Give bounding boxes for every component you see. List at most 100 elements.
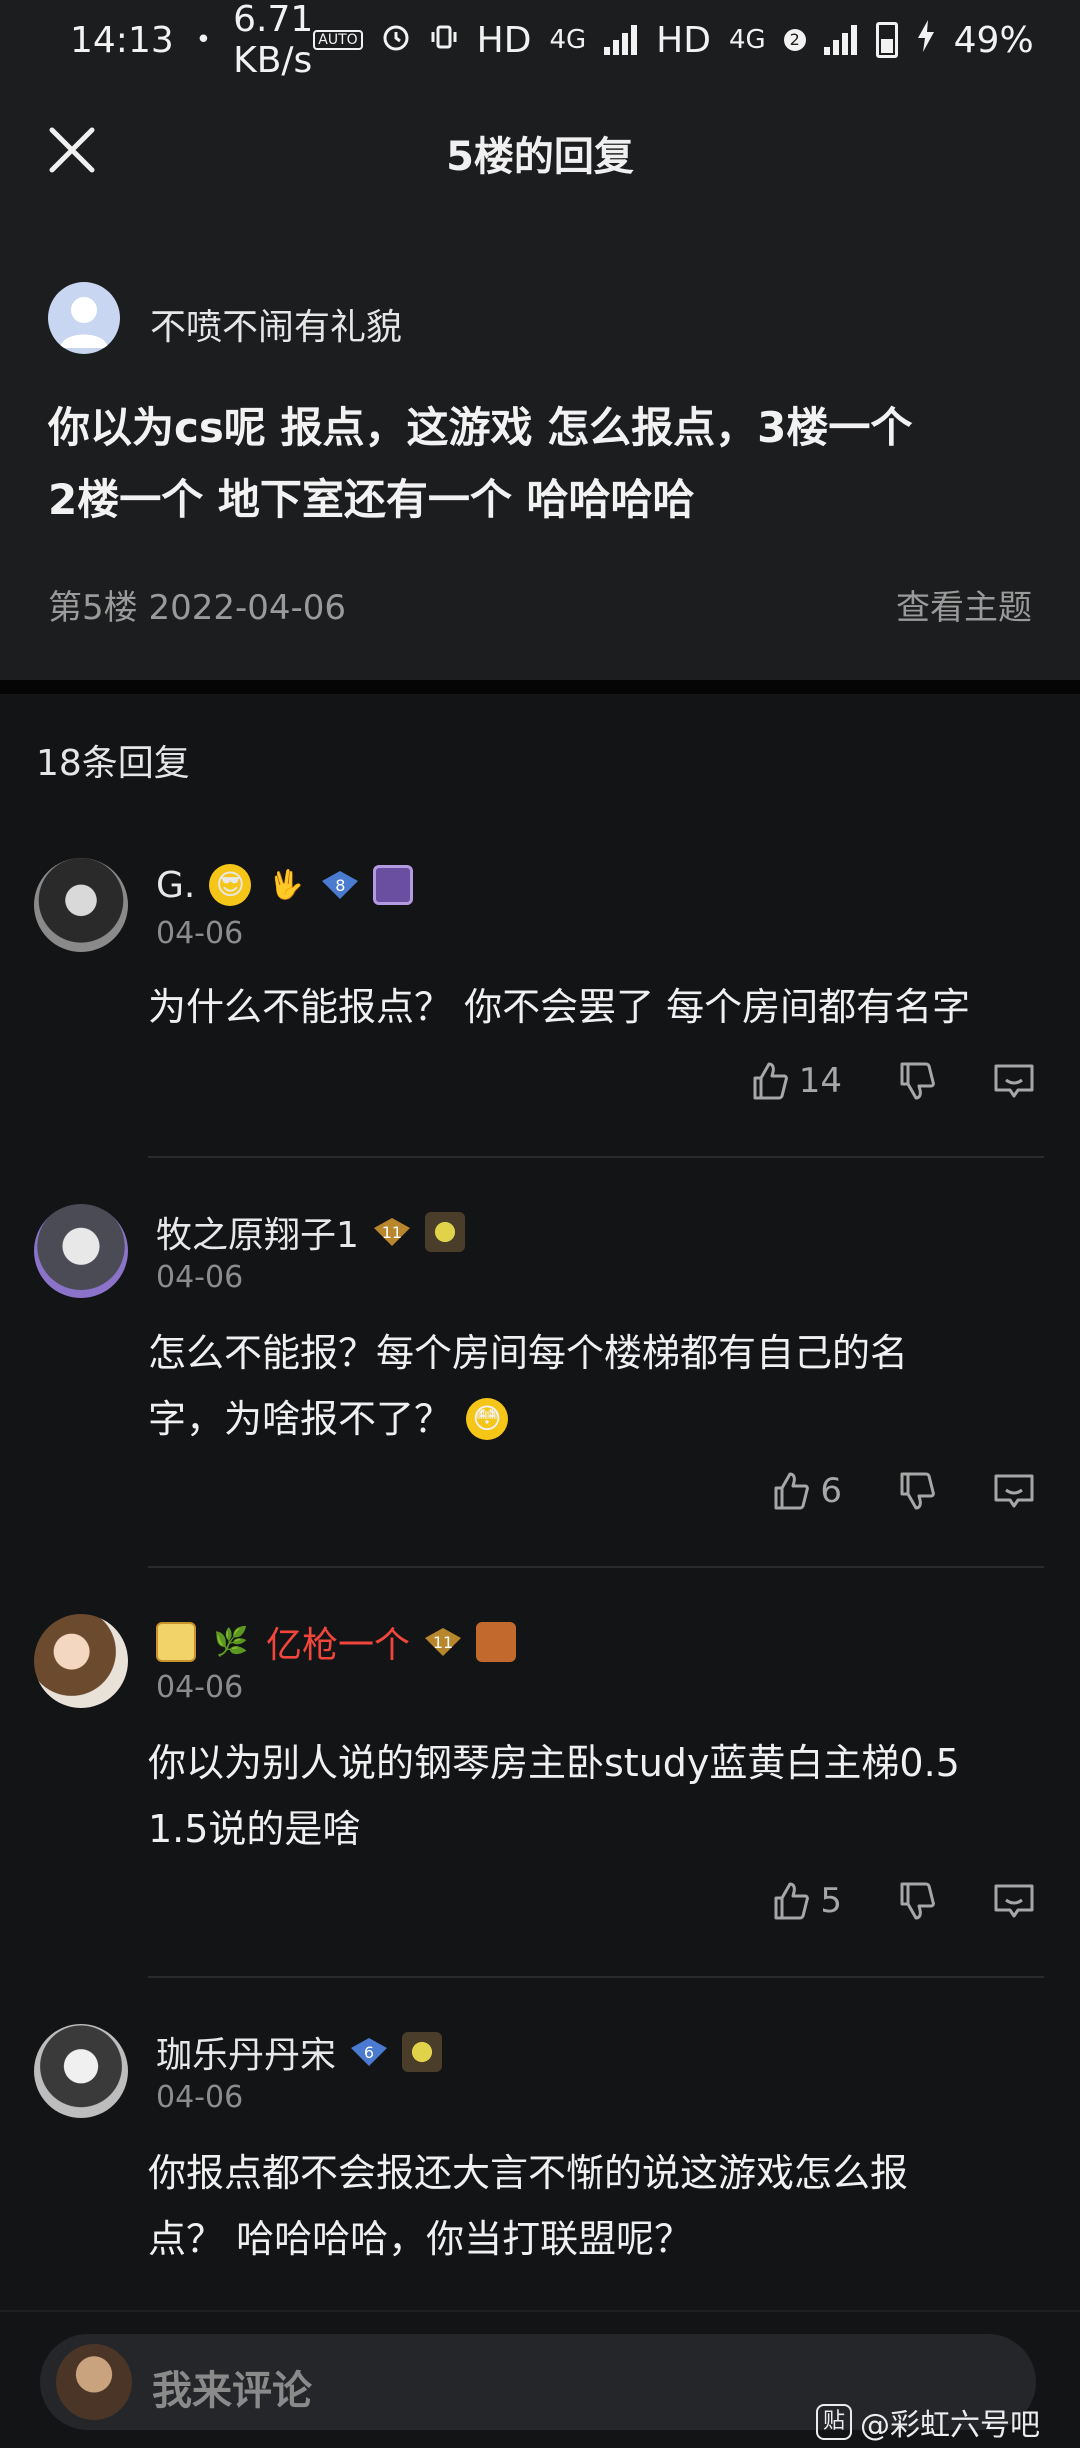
thumbs-down-icon: [900, 1882, 935, 1920]
reply-content-line-2: 字，为啥报不了？: [148, 1397, 453, 1441]
sim2-badge: 2: [783, 29, 806, 51]
reply-username-row: 牧之原翔子1 11: [156, 1206, 465, 1258]
op-floor-date: 第5楼 2022-04-06: [48, 588, 347, 628]
reply-content-line-1: 你以为别人说的钢琴房主卧study蓝黄白主梯0.5: [148, 1741, 960, 1785]
dislike-button[interactable]: [896, 1470, 938, 1512]
reply-username[interactable]: 亿枪一个: [266, 1616, 410, 1668]
reply-username-row: 珈乐丹丹宋 6: [156, 2026, 443, 2078]
charging-icon: [916, 19, 936, 61]
comment-icon: [994, 1884, 1034, 1918]
op-content-line-1: 你以为cs呢 报点，这游戏 怎么报点，3楼一个: [48, 403, 913, 452]
like-button[interactable]: 5: [770, 1880, 842, 1922]
battery-percent: 49%: [953, 19, 1034, 61]
reply-separator: [148, 1566, 1044, 1568]
watermark: 贴 @彩虹六号吧: [816, 2400, 1040, 2444]
page-title: 5楼的回复: [446, 134, 634, 180]
top-nav-bar: 5楼的回复: [0, 80, 1080, 220]
vibrate-icon: [429, 20, 459, 61]
thumbs-down-icon: [900, 1472, 935, 1510]
comment-button[interactable]: [992, 1060, 1036, 1102]
view-topic-link[interactable]: 查看主题: [896, 580, 1032, 629]
op-content: 你以为cs呢 报点，这游戏 怎么报点，3楼一个 2楼一个 地下室还有一个 哈哈哈…: [48, 392, 1038, 536]
member-badge-icon: [373, 865, 414, 905]
comment-icon: [994, 1064, 1034, 1098]
reply-username[interactable]: 牧之原翔子1: [156, 1206, 359, 1258]
op-avatar[interactable]: [48, 282, 120, 354]
original-post: 不喷不闹有礼貌 你以为cs呢 报点，这游戏 怎么报点，3楼一个 2楼一个 地下室…: [0, 220, 1080, 680]
reply-content-line-1: 怎么不能报？每个房间每个楼梯都有自己的名: [148, 1331, 909, 1375]
level-badge: 6: [350, 2037, 388, 2067]
reply-username[interactable]: 珈乐丹丹宋: [156, 2026, 336, 2078]
battery-icon: [875, 22, 898, 58]
taurus-badge-icon: [476, 1622, 517, 1662]
reply-date: 04-06: [156, 1260, 244, 1295]
watermark-text: @彩虹六号吧: [860, 2408, 1040, 2443]
like-count: 14: [798, 1061, 842, 1101]
network-speed: 6.71 KB/s: [233, 0, 314, 81]
reply-date: 04-06: [156, 2080, 244, 2115]
signal-icon-2: [823, 25, 858, 55]
reply-username-row: G. 😎 🖖 8: [156, 864, 414, 906]
default-avatar-icon: [60, 297, 108, 348]
network-type-1: 4G: [549, 25, 587, 55]
network-type-2: 4G: [728, 25, 766, 55]
op-content-line-2: 2楼一个 地下室还有一个 哈哈哈哈: [48, 475, 695, 524]
dislike-button[interactable]: [896, 1060, 938, 1102]
reply-content: 你报点都不会报还大言不惭的说这游戏怎么报 点？ 哈哈哈哈，你当打联盟呢？: [148, 2140, 1038, 2272]
level-badge: 11: [373, 1217, 411, 1247]
reply-date: 04-06: [156, 916, 244, 951]
reply-content: 你以为别人说的钢琴房主卧study蓝黄白主梯0.5 1.5说的是啥: [148, 1730, 1038, 1862]
reply-username[interactable]: G.: [156, 865, 195, 906]
reply-content: 怎么不能报？每个房间每个楼梯都有自己的名 字，为啥报不了？ 😳: [148, 1320, 1038, 1452]
op-username[interactable]: 不喷不闹有礼貌: [150, 298, 402, 350]
vulcan-hand-emoji-icon: 🖖: [268, 868, 304, 901]
reply-actions: 5: [770, 1880, 1036, 1922]
status-time: 14:13: [70, 19, 174, 61]
like-button[interactable]: 14: [749, 1060, 842, 1102]
like-button[interactable]: 6: [770, 1470, 842, 1512]
thumbs-up-icon: [774, 1472, 810, 1510]
reply-content-line-2: 点？ 哈哈哈哈，你当打联盟呢？: [148, 2217, 693, 2261]
user-avatar[interactable]: [34, 2024, 128, 2118]
thumbs-up-icon: [753, 1062, 788, 1100]
user-avatar[interactable]: [34, 1614, 128, 1708]
hd-label-2: HD: [656, 19, 711, 61]
comment-button[interactable]: [992, 1470, 1036, 1512]
signal-icon-1: [604, 25, 638, 55]
tieba-logo-icon: 贴: [816, 2404, 852, 2440]
medal-badge-icon: [402, 2032, 443, 2072]
reply-actions: 6: [770, 1470, 1036, 1512]
crown-badge-icon: [156, 1622, 196, 1662]
auto-brightness-icon: AUTO: [313, 30, 363, 50]
hd-label-1: HD: [476, 19, 532, 61]
my-avatar: [56, 2344, 132, 2420]
reply-content-line-1: 为什么不能报点？ 你不会罢了 每个房间都有名字: [148, 985, 971, 1029]
comment-placeholder: 我来评论: [152, 2368, 312, 2414]
alarm-icon: [381, 20, 411, 61]
sunglasses-emoji-icon: 😎: [209, 864, 252, 906]
level-badge: 11: [424, 1627, 462, 1657]
reply-username-row: 🌿 亿枪一个 11: [156, 1616, 517, 1668]
dislike-button[interactable]: [896, 1880, 938, 1922]
shy-emoji-icon: 😳: [466, 1398, 509, 1440]
like-count: 6: [820, 1471, 842, 1511]
section-divider: [0, 680, 1080, 694]
reply-date: 04-06: [156, 1670, 244, 1705]
reply-separator: [148, 1156, 1044, 1158]
comment-button[interactable]: [992, 1880, 1036, 1922]
reply-actions: 14: [749, 1060, 1036, 1102]
status-dot: •: [195, 25, 212, 55]
reply-separator: [148, 1976, 1044, 1978]
user-avatar[interactable]: [34, 1204, 128, 1298]
reply-count: 18条回复: [36, 743, 190, 784]
reply-content-line-2: 1.5说的是啥: [148, 1807, 361, 1851]
reply-content: 为什么不能报点？ 你不会罢了 每个房间都有名字: [148, 974, 1038, 1040]
user-avatar[interactable]: [34, 858, 128, 952]
thumbs-down-icon: [900, 1062, 935, 1100]
status-bar: 14:13 • 6.71 KB/s AUTO HD 4G HD 4G 2 49%: [0, 0, 1080, 81]
herb-emoji-icon: 🌿: [213, 1625, 249, 1658]
like-count: 5: [820, 1881, 842, 1921]
level-badge: 8: [321, 870, 359, 900]
medal-badge-icon: [424, 1212, 465, 1252]
thumbs-up-icon: [774, 1882, 810, 1920]
